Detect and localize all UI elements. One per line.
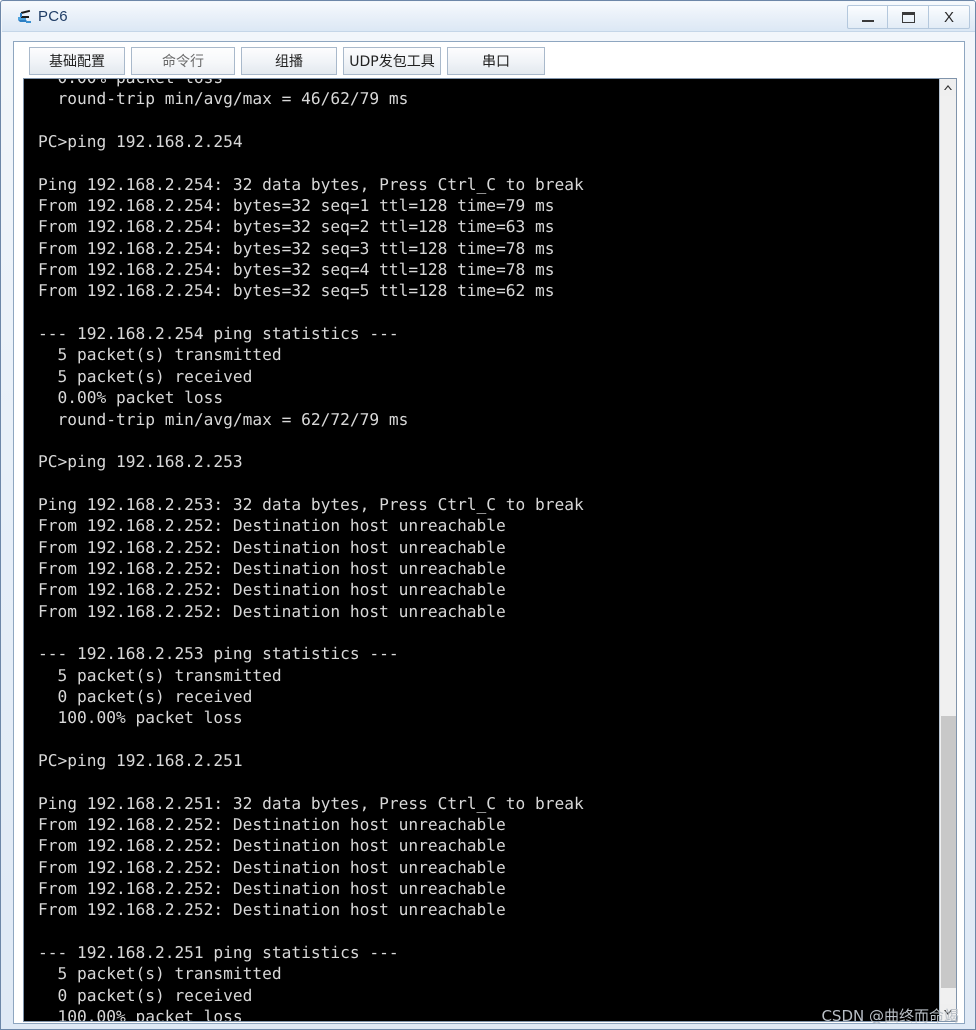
- scroll-up-button[interactable]: [940, 79, 956, 96]
- tab-multicast[interactable]: 组播: [241, 47, 337, 75]
- scroll-down-button[interactable]: [940, 1004, 956, 1021]
- client-area: 基础配置 命令行 组播 UDP发包工具 串口 0.00% packet loss…: [13, 41, 965, 1024]
- tab-strip: 基础配置 命令行 组播 UDP发包工具 串口: [14, 42, 964, 78]
- terminal-console[interactable]: 0.00% packet loss round-trip min/avg/max…: [23, 78, 957, 1022]
- tab-command-line[interactable]: 命令行: [131, 47, 235, 75]
- tab-basic-config[interactable]: 基础配置: [29, 47, 125, 75]
- chevron-down-icon: [943, 1009, 953, 1016]
- minimize-button[interactable]: [847, 5, 888, 29]
- window-title: PC6: [38, 8, 68, 25]
- maximize-button[interactable]: [888, 5, 929, 29]
- scrollbar-thumb[interactable]: [941, 716, 956, 988]
- maximize-icon: [888, 6, 928, 28]
- pc6-window: PC6 X 基础配置 命令行 组播 UDP发包工具 串口 0.00% packe…: [0, 0, 976, 1030]
- terminal-scrollbar[interactable]: [939, 79, 956, 1021]
- tab-label: 命令行: [162, 54, 204, 70]
- title-bar: PC6 X: [2, 2, 975, 32]
- tab-label: 基础配置: [49, 54, 105, 70]
- terminal-screen[interactable]: 0.00% packet loss round-trip min/avg/max…: [24, 79, 939, 1021]
- close-icon: X: [943, 8, 954, 26]
- minimize-icon: [848, 6, 887, 28]
- tab-label: 串口: [482, 54, 510, 70]
- tab-serial-port[interactable]: 串口: [447, 47, 545, 75]
- tab-label: UDP发包工具: [349, 54, 435, 70]
- tab-udp-tool[interactable]: UDP发包工具: [343, 47, 441, 75]
- pc-device-icon: [15, 7, 35, 27]
- chevron-up-icon: [943, 84, 953, 91]
- close-button[interactable]: X: [929, 5, 970, 29]
- terminal-output: 0.00% packet loss round-trip min/avg/max…: [38, 79, 584, 1021]
- tab-label: 组播: [275, 54, 303, 70]
